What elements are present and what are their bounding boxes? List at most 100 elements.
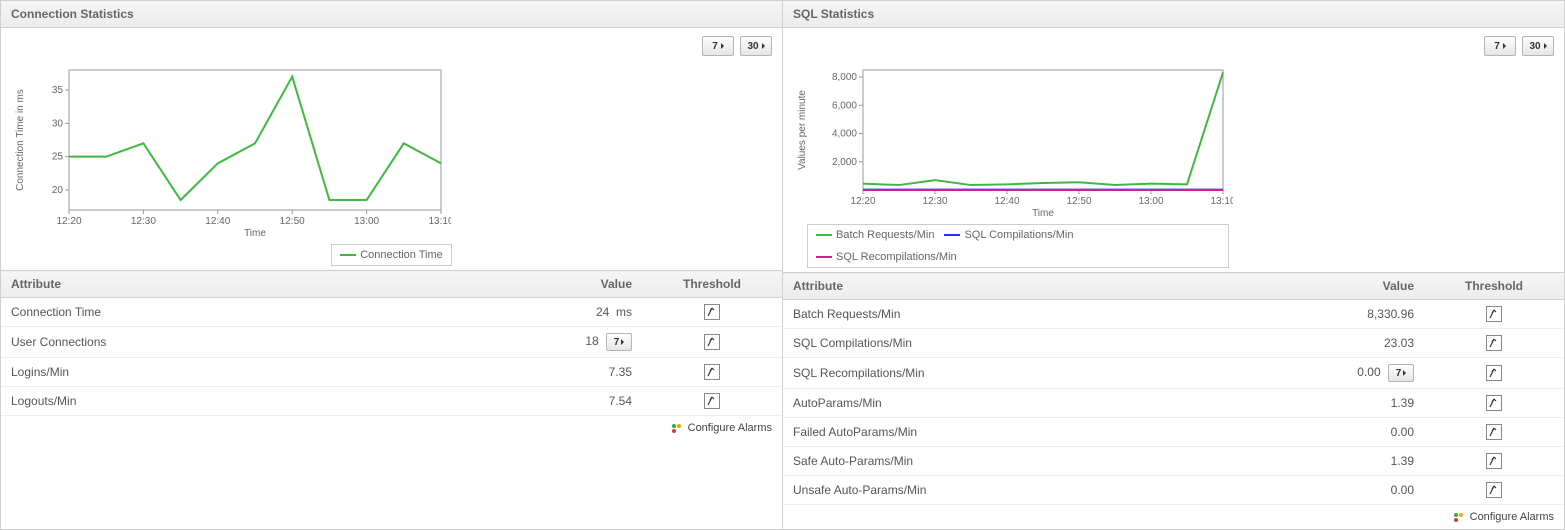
- sql-statistics-panel: SQL Statistics 7 30 2,0004,0006,0008,000…: [783, 1, 1564, 529]
- range-30-button[interactable]: 30: [740, 36, 772, 56]
- panel-title: SQL Statistics: [783, 1, 1564, 28]
- chart-area: 7 30 2,0004,0006,0008,00012:2012:3012:40…: [783, 28, 1564, 272]
- svg-text:Connection Time in ms: Connection Time in ms: [15, 89, 26, 191]
- threshold-cell: [1424, 476, 1564, 505]
- threshold-cell: [1424, 418, 1564, 447]
- svg-text:35: 35: [52, 85, 64, 96]
- table-row: Connection Time24 ms: [1, 298, 782, 327]
- sql-stats-table: Attribute Value Threshold Batch Requests…: [783, 272, 1564, 505]
- svg-text:12:20: 12:20: [56, 216, 81, 227]
- table-row: SQL Recompilations/Min0.00 7: [783, 358, 1564, 389]
- alarm-dots-icon: [1453, 512, 1463, 522]
- svg-text:4,000: 4,000: [832, 129, 857, 140]
- table-row: SQL Compilations/Min23.03: [783, 329, 1564, 358]
- value-cell: 7.54: [502, 387, 642, 416]
- svg-text:12:40: 12:40: [994, 196, 1019, 207]
- svg-text:12:30: 12:30: [131, 216, 156, 227]
- svg-text:12:40: 12:40: [205, 216, 230, 227]
- chevron-right-icon: [1544, 43, 1547, 49]
- connection-stats-table: Attribute Value Threshold Connection Tim…: [1, 270, 782, 416]
- range-buttons: 7 30: [11, 36, 772, 56]
- attr-cell: Unsafe Auto-Params/Min: [783, 476, 1284, 505]
- threshold-cell: [642, 387, 782, 416]
- value-cell: 1.39: [1284, 447, 1424, 476]
- chevron-right-icon: [762, 43, 765, 49]
- svg-text:12:20: 12:20: [850, 196, 875, 207]
- col-attribute: Attribute: [783, 273, 1284, 300]
- attr-cell: SQL Recompilations/Min: [783, 358, 1284, 389]
- value-cell: 18 7: [502, 327, 642, 358]
- threshold-cell: [1424, 300, 1564, 329]
- threshold-icon[interactable]: [1486, 365, 1502, 381]
- panel-title: Connection Statistics: [1, 1, 782, 28]
- chart-legend: Batch Requests/Min SQL Compilations/Min SQ…: [807, 224, 1229, 268]
- connection-time-chart: 2025303512:2012:3012:4012:5013:0013:10Ti…: [11, 60, 451, 240]
- threshold-icon[interactable]: [704, 393, 720, 409]
- configure-alarms-link[interactable]: Configure Alarms: [1470, 511, 1554, 523]
- value-cell: 8,330.96: [1284, 300, 1424, 329]
- table-row: Logouts/Min7.54: [1, 387, 782, 416]
- attr-cell: SQL Compilations/Min: [783, 329, 1284, 358]
- legend-item: Connection Time: [340, 249, 443, 261]
- chevron-right-icon: [721, 43, 724, 49]
- table-row: Logins/Min7.35: [1, 358, 782, 387]
- attr-cell: Failed AutoParams/Min: [783, 418, 1284, 447]
- range-30-button[interactable]: 30: [1522, 36, 1554, 56]
- table-row: Safe Auto-Params/Min1.39: [783, 447, 1564, 476]
- value-cell: 0.00: [1284, 418, 1424, 447]
- threshold-icon[interactable]: [704, 304, 720, 320]
- svg-text:30: 30: [52, 118, 64, 129]
- attr-cell: Connection Time: [1, 298, 502, 327]
- threshold-cell: [642, 298, 782, 327]
- attr-cell: Logins/Min: [1, 358, 502, 387]
- legend-item: SQL Compilations/Min: [944, 229, 1073, 241]
- threshold-icon[interactable]: [1486, 395, 1502, 411]
- chevron-right-icon: [1403, 370, 1406, 376]
- svg-text:2,000: 2,000: [832, 157, 857, 168]
- chevron-right-icon: [1503, 43, 1506, 49]
- threshold-icon[interactable]: [1486, 453, 1502, 469]
- attr-cell: Safe Auto-Params/Min: [783, 447, 1284, 476]
- threshold-cell: [1424, 447, 1564, 476]
- attr-cell: AutoParams/Min: [783, 389, 1284, 418]
- attr-cell: Batch Requests/Min: [783, 300, 1284, 329]
- table-row: Batch Requests/Min8,330.96: [783, 300, 1564, 329]
- table-row: Unsafe Auto-Params/Min0.00: [783, 476, 1564, 505]
- configure-alarms-link[interactable]: Configure Alarms: [688, 422, 772, 434]
- svg-text:12:50: 12:50: [1066, 196, 1091, 207]
- range-7-button[interactable]: 7: [1484, 36, 1516, 56]
- threshold-icon[interactable]: [1486, 482, 1502, 498]
- threshold-icon[interactable]: [704, 364, 720, 380]
- legend-item: SQL Recompilations/Min: [816, 251, 957, 263]
- threshold-icon[interactable]: [1486, 424, 1502, 440]
- history-button[interactable]: 7: [1388, 364, 1414, 382]
- history-button[interactable]: 7: [606, 333, 632, 351]
- value-cell: 7.35: [502, 358, 642, 387]
- svg-text:12:30: 12:30: [922, 196, 947, 207]
- dashboard: Connection Statistics 7 30 2025303512:20…: [0, 0, 1565, 530]
- col-attribute: Attribute: [1, 271, 502, 298]
- configure-alarms-row: Configure Alarms: [1, 416, 782, 440]
- legend-item: Batch Requests/Min: [816, 229, 934, 241]
- configure-alarms-row: Configure Alarms: [783, 505, 1564, 529]
- svg-text:Values per minute: Values per minute: [797, 90, 808, 170]
- threshold-cell: [1424, 358, 1564, 389]
- svg-text:25: 25: [52, 152, 64, 163]
- alarm-dots-icon: [671, 423, 681, 433]
- svg-text:6,000: 6,000: [832, 100, 857, 111]
- threshold-cell: [642, 327, 782, 358]
- svg-text:12:50: 12:50: [280, 216, 305, 227]
- value-cell: 1.39: [1284, 389, 1424, 418]
- sql-stats-chart: 2,0004,0006,0008,00012:2012:3012:4012:50…: [793, 60, 1233, 220]
- attr-cell: User Connections: [1, 327, 502, 358]
- threshold-icon[interactable]: [704, 334, 720, 350]
- threshold-icon[interactable]: [1486, 306, 1502, 322]
- connection-statistics-panel: Connection Statistics 7 30 2025303512:20…: [1, 1, 783, 529]
- table-row: Failed AutoParams/Min0.00: [783, 418, 1564, 447]
- range-7-button[interactable]: 7: [702, 36, 734, 56]
- threshold-cell: [1424, 389, 1564, 418]
- table-row: User Connections18 7: [1, 327, 782, 358]
- col-threshold: Threshold: [1424, 273, 1564, 300]
- threshold-icon[interactable]: [1486, 335, 1502, 351]
- chevron-right-icon: [621, 339, 624, 345]
